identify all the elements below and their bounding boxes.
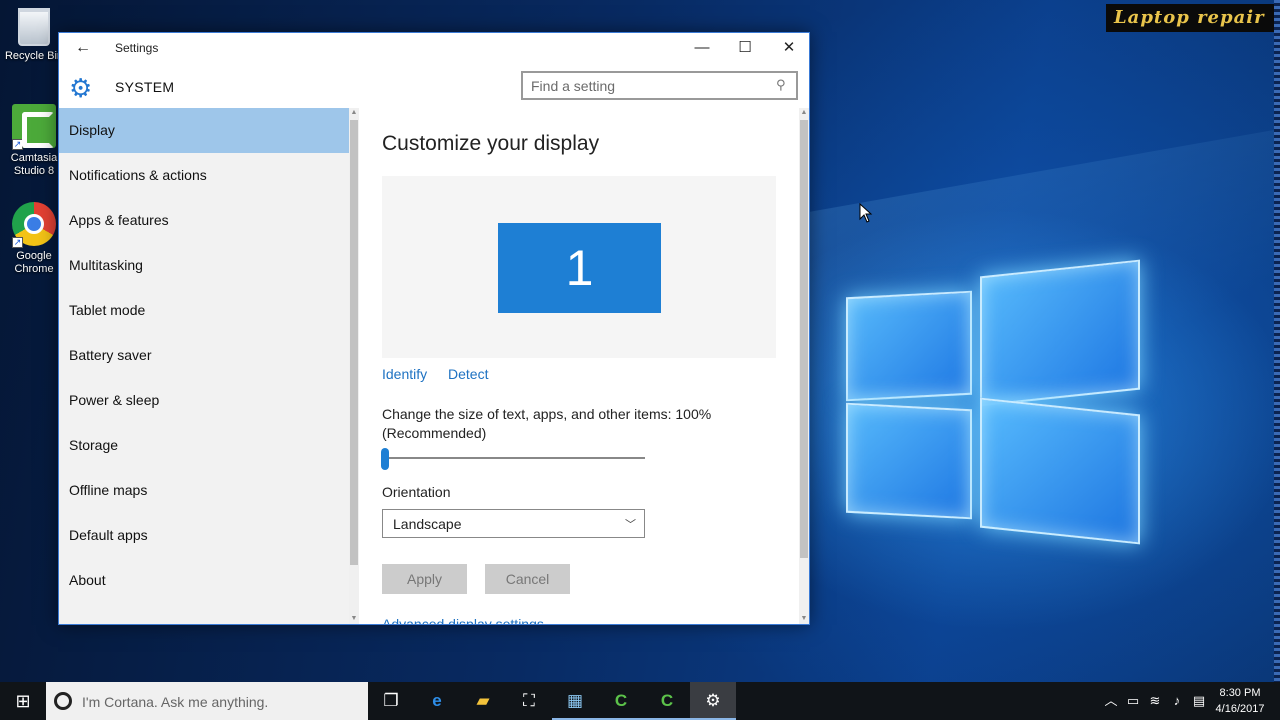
camtasia-icon[interactable]: C <box>598 682 644 720</box>
taskbar: ⊞ I'm Cortana. Ask me anything. ❐ e ▰ ⛶ … <box>0 682 1280 720</box>
nav-item-tablet-mode[interactable]: Tablet mode <box>59 288 349 333</box>
volume-icon[interactable]: ♪ <box>1166 682 1188 720</box>
search-icon[interactable]: ⚲ <box>776 77 792 93</box>
advanced-display-settings-link[interactable]: Advanced display settings <box>382 616 544 624</box>
edge-icon[interactable]: e <box>414 682 460 720</box>
nav-item-power-sleep[interactable]: Power & sleep <box>59 378 349 423</box>
orientation-dropdown[interactable]: Landscape ﹀ <box>382 509 645 538</box>
task-view-icon[interactable]: ❐ <box>368 682 414 720</box>
nav-item-default-apps[interactable]: Default apps <box>59 513 349 558</box>
close-button[interactable]: ✕ <box>767 33 811 63</box>
screen-edge-artifact <box>1274 0 1280 682</box>
nav-scrollbar[interactable]: ▲ ▼ <box>349 108 359 624</box>
settings-window: ← Settings — ☐ ✕ ⚙ SYSTEM ⚲ Display Noti… <box>58 32 810 625</box>
file-explorer-icon[interactable]: ▰ <box>460 682 506 720</box>
settings-nav: Display Notifications & actions Apps & f… <box>59 108 349 624</box>
settings-gear-icon[interactable]: ⚙ <box>690 682 736 720</box>
minimize-button[interactable]: — <box>680 33 724 63</box>
chevron-down-icon: ﹀ <box>625 519 636 531</box>
back-arrow-icon[interactable]: ← <box>71 37 95 59</box>
scale-slider-track[interactable] <box>382 457 645 459</box>
cortana-text: I'm Cortana. Ask me anything. <box>82 694 269 710</box>
settings-header: ⚙ SYSTEM ⚲ <box>59 63 809 109</box>
camtasia-icon: ↗ <box>12 104 56 150</box>
store-icon[interactable]: ⛶ <box>506 682 552 720</box>
network-app-icon[interactable]: ▦ <box>552 682 598 720</box>
gear-icon: ⚙ <box>69 73 93 103</box>
nav-item-about[interactable]: About <box>59 558 349 603</box>
windows-logo-wallpaper <box>810 250 1150 570</box>
search-input[interactable] <box>531 78 761 94</box>
recycle-bin-icon <box>18 8 50 46</box>
scale-label: Change the size of text, apps, and other… <box>382 406 712 441</box>
clock-date: 4/16/2017 <box>1215 703 1265 715</box>
chrome-icon: ↗ <box>12 202 56 248</box>
notification-icon[interactable]: ▤ <box>1188 682 1210 720</box>
desktop-icon-label: Camtasia Studio 8 <box>10 152 58 177</box>
maximize-button[interactable]: ☐ <box>723 33 767 63</box>
orientation-value: Landscape <box>393 516 462 532</box>
monitor-1-tile[interactable]: 1 <box>498 223 661 313</box>
cortana-icon <box>54 692 72 710</box>
desktop-icon-label: Google Chrome <box>14 250 54 275</box>
clock-time: 8:30 PM <box>1219 687 1261 699</box>
nav-item-offline-maps[interactable]: Offline maps <box>59 468 349 513</box>
start-button[interactable]: ⊞ <box>0 682 46 720</box>
watermark: Laptop repair <box>1106 4 1280 32</box>
content-scrollbar-thumb[interactable] <box>800 120 808 558</box>
camtasia-recorder-icon[interactable]: C <box>644 682 690 720</box>
search-box[interactable]: ⚲ <box>521 71 798 100</box>
scroll-up-icon[interactable]: ▲ <box>799 108 809 118</box>
chevron-up-icon[interactable]: ︿ <box>1100 682 1122 720</box>
scroll-down-icon[interactable]: ▼ <box>799 614 809 624</box>
nav-scrollbar-thumb[interactable] <box>350 120 358 565</box>
nav-item-storage[interactable]: Storage <box>59 423 349 468</box>
title-bar[interactable]: ← Settings — ☐ ✕ <box>59 33 809 63</box>
nav-item-apps-features[interactable]: Apps & features <box>59 198 349 243</box>
scale-slider-thumb[interactable] <box>381 448 389 470</box>
clock[interactable]: 8:30 PM 4/16/2017 <box>1212 685 1268 717</box>
nav-item-multitasking[interactable]: Multitasking <box>59 243 349 288</box>
window-title: Settings <box>115 41 159 55</box>
system-tray: ︿ ▭ ≋ ♪ ▤ <box>1100 682 1210 720</box>
scroll-up-icon[interactable]: ▲ <box>349 108 359 118</box>
shortcut-arrow-icon: ↗ <box>12 139 23 150</box>
nav-item-display[interactable]: Display <box>59 108 349 153</box>
display-settings-content: Customize your display 1 Identify Detect… <box>359 108 799 624</box>
detect-link[interactable]: Detect <box>448 366 488 382</box>
identify-link[interactable]: Identify <box>382 366 427 382</box>
cortana-search-box[interactable]: I'm Cortana. Ask me anything. <box>46 682 368 720</box>
battery-icon[interactable]: ▭ <box>1122 682 1144 720</box>
scroll-down-icon[interactable]: ▼ <box>349 614 359 624</box>
page-title: Customize your display <box>382 132 600 155</box>
section-title: SYSTEM <box>115 79 175 95</box>
orientation-label: Orientation <box>382 484 451 500</box>
nav-item-battery-saver[interactable]: Battery saver <box>59 333 349 378</box>
wifi-icon[interactable]: ≋ <box>1144 682 1166 720</box>
nav-item-notifications[interactable]: Notifications & actions <box>59 153 349 198</box>
display-arrangement-area: 1 <box>382 176 776 358</box>
apply-button[interactable]: Apply <box>382 564 467 594</box>
cancel-button[interactable]: Cancel <box>485 564 570 594</box>
windows-start-icon: ⊞ <box>15 691 31 711</box>
shortcut-arrow-icon: ↗ <box>12 237 23 248</box>
content-scrollbar[interactable]: ▲ ▼ <box>799 108 809 624</box>
